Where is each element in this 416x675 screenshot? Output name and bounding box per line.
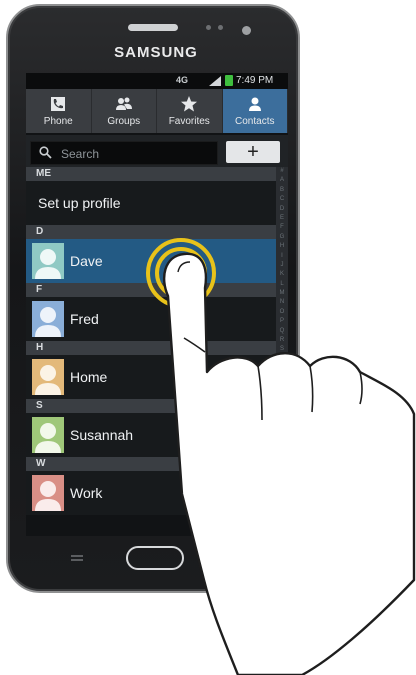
index-letter[interactable]: T	[280, 355, 284, 364]
finger-crease	[309, 365, 314, 413]
tab-bar: Phone Groups Favorites Contacts	[26, 89, 288, 133]
sensor-dot	[206, 25, 211, 30]
avatar	[32, 475, 64, 511]
tab-label: Phone	[43, 116, 73, 127]
avatar	[32, 417, 64, 453]
star-icon	[180, 95, 198, 113]
list-item-label: Dave	[70, 253, 103, 269]
index-letter[interactable]: X	[280, 392, 284, 401]
list-item-label: Home	[70, 369, 108, 385]
index-letter[interactable]: M	[280, 289, 285, 298]
earpiece-speaker	[128, 24, 178, 31]
index-letter[interactable]: N	[280, 298, 284, 307]
index-letter[interactable]: Q	[280, 327, 285, 336]
list-item-label: Work	[70, 485, 103, 501]
search-bar: +	[26, 135, 288, 167]
add-contact-button[interactable]: +	[226, 141, 280, 163]
index-letter[interactable]: O	[280, 308, 285, 317]
home-button[interactable]	[126, 546, 184, 570]
contact-icon	[247, 95, 263, 113]
phone-icon	[50, 95, 66, 113]
tab-label: Favorites	[168, 116, 210, 127]
index-letter[interactable]: Z	[280, 411, 284, 420]
index-letter[interactable]: F	[280, 223, 284, 232]
index-letter[interactable]: L	[280, 280, 283, 289]
section-header-h: H	[26, 341, 276, 355]
contact-row-susannah[interactable]: Susannah	[26, 413, 276, 457]
alphabet-index-scrollbar[interactable]: # A B C D E F G H I J K L M N O P Q R S T U V W X Y Z	[276, 167, 288, 449]
index-letter[interactable]: E	[280, 214, 284, 223]
search-icon	[39, 146, 52, 164]
contact-list: ME Set up profile D Dave F Fred H Home S	[26, 167, 276, 536]
index-letter[interactable]: J	[281, 261, 284, 270]
section-header-me: ME	[26, 167, 276, 181]
index-letter[interactable]: C	[280, 195, 284, 204]
front-camera	[242, 26, 251, 35]
screen: 4G 7:49 PM Phone Groups Favorites Contac…	[26, 73, 288, 536]
battery-icon	[225, 75, 233, 86]
tab-label: Contacts	[235, 116, 275, 127]
index-letter[interactable]: V	[280, 374, 284, 383]
tab-groups[interactable]: Groups	[92, 89, 157, 133]
list-item-label: Susannah	[70, 427, 134, 443]
avatar	[32, 243, 64, 279]
list-item-label: Set up profile	[38, 195, 121, 211]
search-box[interactable]	[30, 141, 218, 165]
index-letter[interactable]: H	[280, 242, 284, 251]
section-header-w: W	[26, 457, 276, 471]
signal-icon	[209, 76, 221, 86]
set-up-profile-row[interactable]: Set up profile	[26, 181, 276, 225]
index-letter[interactable]: K	[280, 270, 284, 279]
index-letter[interactable]: P	[280, 317, 284, 326]
clock: 7:49 PM	[236, 75, 274, 86]
avatar	[32, 359, 64, 395]
tab-favorites[interactable]: Favorites	[157, 89, 223, 133]
index-letter[interactable]: G	[280, 233, 285, 242]
index-letter[interactable]: A	[280, 176, 284, 185]
search-input[interactable]	[59, 144, 213, 164]
index-letter[interactable]: U	[280, 364, 284, 373]
groups-icon	[114, 95, 134, 113]
phone-body: SAMSUNG 4G 7:49 PM Phone Groups Favorite…	[6, 4, 300, 593]
status-bar: 4G 7:49 PM	[26, 73, 288, 89]
menu-key-icon[interactable]	[70, 554, 84, 562]
contact-row-dave[interactable]: Dave	[26, 239, 276, 283]
index-letter[interactable]: R	[280, 336, 284, 345]
avatar	[32, 301, 64, 337]
finger-crease	[359, 371, 363, 405]
section-header-d: D	[26, 225, 276, 239]
index-letter[interactable]: W	[279, 383, 285, 392]
index-letter[interactable]: S	[280, 345, 284, 354]
section-header-f: F	[26, 283, 276, 297]
index-letter[interactable]: I	[281, 252, 283, 261]
index-letter[interactable]: D	[280, 205, 284, 214]
tab-label: Groups	[107, 116, 141, 127]
contact-row-fred[interactable]: Fred	[26, 297, 276, 341]
sensor-dot	[218, 25, 223, 30]
index-letter[interactable]: Y	[280, 402, 284, 411]
contact-row-work[interactable]: Work	[26, 471, 276, 515]
tab-contacts[interactable]: Contacts	[222, 89, 288, 133]
index-letter[interactable]: #	[280, 167, 283, 176]
list-item-label: Fred	[70, 311, 99, 327]
index-letter[interactable]: B	[280, 186, 284, 195]
tab-phone[interactable]: Phone	[26, 89, 92, 133]
section-header-s: S	[26, 399, 276, 413]
brand-logo: SAMSUNG	[114, 44, 198, 61]
network-indicator: 4G	[176, 75, 189, 85]
contact-row-home[interactable]: Home	[26, 355, 276, 399]
